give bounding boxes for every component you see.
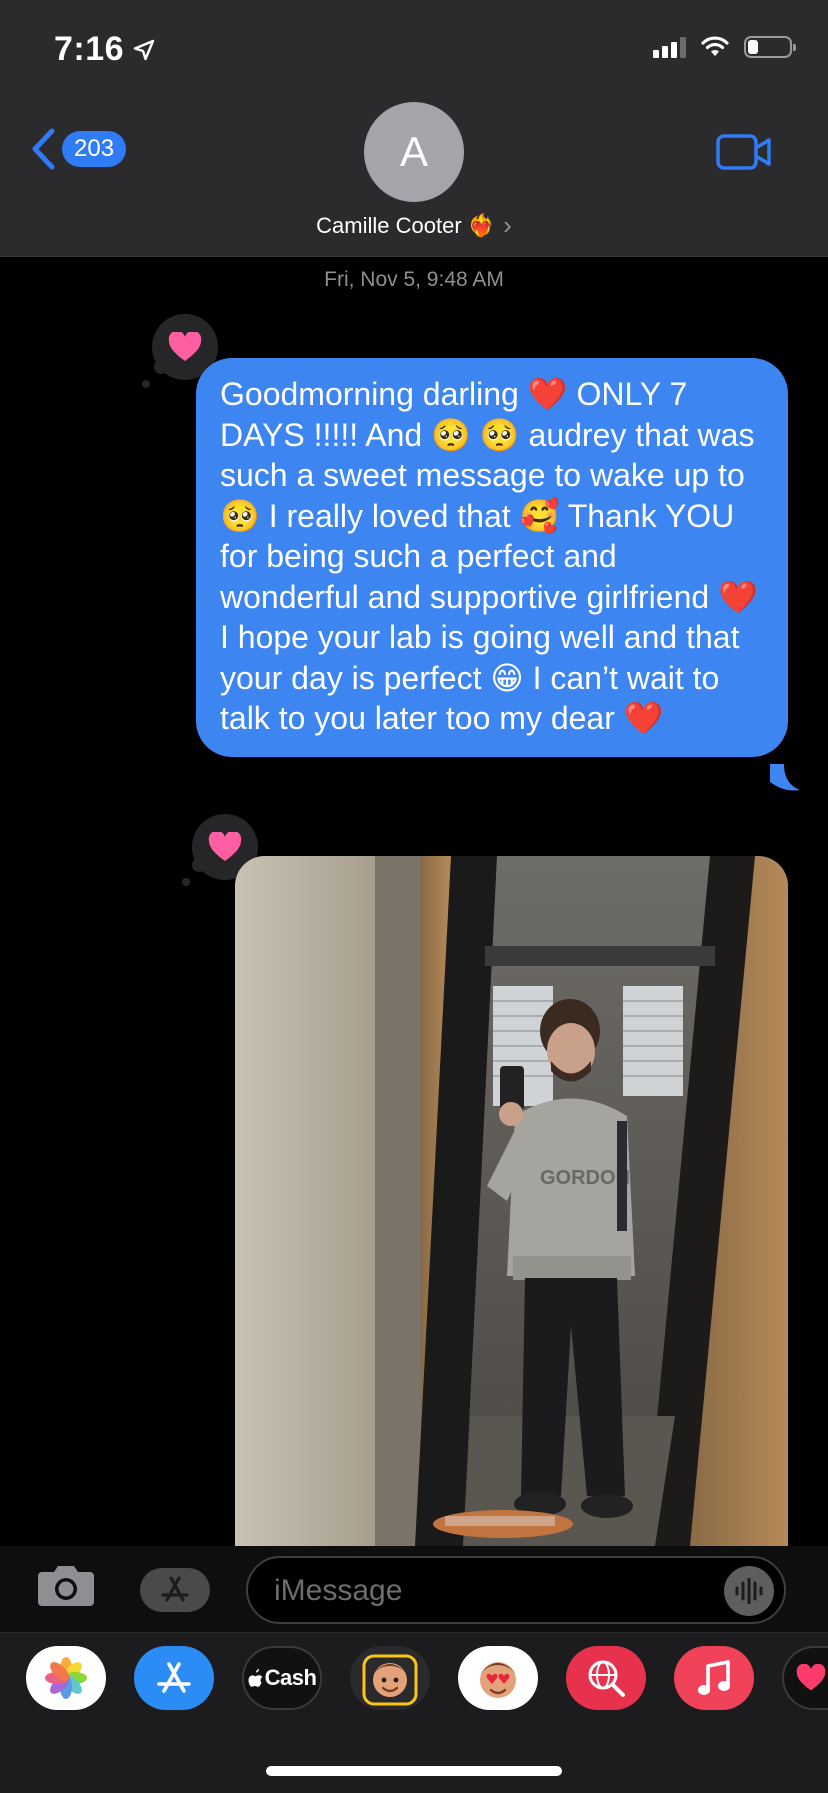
chevron-right-icon: › bbox=[503, 210, 512, 240]
home-indicator[interactable] bbox=[266, 1766, 562, 1776]
photos-icon bbox=[45, 1657, 87, 1699]
memoji-face-icon bbox=[362, 1654, 418, 1706]
video-camera-icon bbox=[716, 134, 771, 170]
chevron-left-icon bbox=[32, 128, 55, 170]
bubble-tail bbox=[770, 764, 800, 791]
photos-app-button[interactable] bbox=[26, 1646, 106, 1710]
contact-name: Camille Cooter ❤️‍🔥 bbox=[316, 212, 496, 238]
camera-icon bbox=[38, 1566, 94, 1606]
app-store-icon bbox=[161, 1576, 189, 1602]
globe-search-icon bbox=[588, 1660, 625, 1697]
status-time: 7:16 bbox=[54, 30, 156, 69]
battery-icon bbox=[744, 36, 796, 58]
app-store-app-button[interactable] bbox=[134, 1646, 214, 1710]
svg-text:GORDON: GORDON bbox=[540, 1167, 630, 1189]
camera-button[interactable] bbox=[36, 1562, 96, 1613]
apple-logo-icon bbox=[248, 1669, 262, 1687]
message-text: Goodmorning darling ❤️ ONLY 7 DAYS !!!!!… bbox=[220, 376, 758, 736]
status-indicators bbox=[653, 36, 796, 58]
waveform-icon bbox=[735, 1578, 763, 1604]
tapback-tail-dot bbox=[142, 380, 150, 388]
apple-cash-app-button[interactable]: Cash bbox=[242, 1646, 322, 1710]
contact-avatar[interactable]: A bbox=[364, 102, 464, 202]
memoji-sticker-icon bbox=[480, 1662, 516, 1698]
photo-message[interactable]: GORDON bbox=[235, 856, 788, 1546]
message-timestamp: Fri, Nov 5, 9:48 AM bbox=[324, 268, 504, 291]
images-search-app-button[interactable] bbox=[566, 1646, 646, 1710]
cash-label: Cash bbox=[264, 1665, 317, 1690]
wifi-icon bbox=[701, 36, 729, 56]
tapback-tail-dot bbox=[182, 878, 190, 886]
heart-icon bbox=[168, 332, 202, 361]
music-note-icon bbox=[698, 1660, 730, 1695]
app-store-toggle-button[interactable] bbox=[140, 1568, 210, 1612]
status-time-text: 7:16 bbox=[54, 30, 125, 68]
app-store-a-icon bbox=[157, 1662, 191, 1693]
mirror-selfie-photo: GORDON bbox=[235, 856, 788, 1546]
cellular-signal-icon bbox=[653, 36, 686, 58]
memoji-app-button[interactable] bbox=[350, 1646, 430, 1710]
memoji-stickers-app-button[interactable] bbox=[458, 1646, 538, 1710]
heart-icon bbox=[208, 832, 242, 861]
unread-count-badge: 203 bbox=[62, 131, 127, 167]
sent-message-bubble[interactable]: Goodmorning darling ❤️ ONLY 7 DAYS !!!!!… bbox=[196, 358, 788, 757]
back-button[interactable]: 203 bbox=[30, 128, 127, 170]
digital-touch-heart-icon bbox=[796, 1664, 826, 1691]
music-app-button[interactable] bbox=[674, 1646, 754, 1710]
audio-message-button[interactable] bbox=[724, 1566, 774, 1616]
facetime-video-button[interactable] bbox=[716, 134, 772, 175]
conversation-header: 7:16 203 A Camille Cooter ❤️‍🔥 › bbox=[0, 0, 828, 257]
contact-name-button[interactable]: Camille Cooter ❤️‍🔥 › bbox=[0, 210, 828, 241]
imessage-input-field[interactable] bbox=[246, 1556, 786, 1624]
message-input[interactable] bbox=[272, 1568, 696, 1614]
location-arrow-icon bbox=[133, 39, 155, 60]
